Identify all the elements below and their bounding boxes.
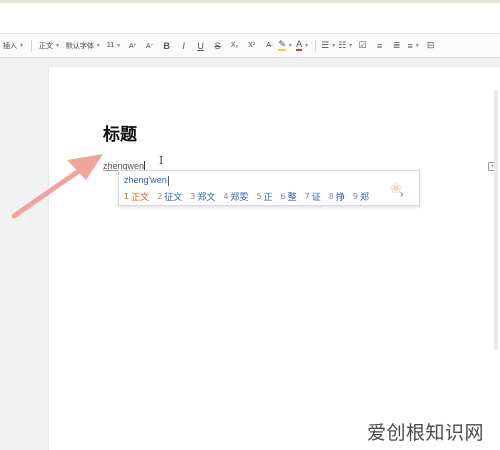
- ime-candidate[interactable]: 9郑: [353, 190, 369, 203]
- clear-format-icon[interactable]: A̶: [260, 37, 277, 55]
- ime-candidate-number: 3: [190, 192, 196, 201]
- ime-candidate-number: 4: [223, 192, 229, 201]
- highlight-color-button[interactable]: ✎ ▼: [277, 37, 294, 55]
- ime-pinyin-input: zheng'wen: [124, 175, 169, 186]
- font-size-select[interactable]: 11 ▼: [104, 37, 124, 55]
- formatting-toolbar: 插入 ▼ 正文 ▼ 默认字体 ▼ 11 ▼ Aᐩ Aᐨ B I U S X₂ X² A̶…: [0, 34, 500, 58]
- align-left-icon[interactable]: ≡: [371, 37, 388, 55]
- ime-candidate-number: 5: [256, 192, 262, 201]
- font-color-button[interactable]: A ▼: [294, 37, 311, 55]
- bold-icon[interactable]: B: [158, 37, 175, 55]
- increase-font-icon[interactable]: Aᐩ: [124, 37, 141, 55]
- checklist-icon[interactable]: ☑: [354, 37, 371, 55]
- strikethrough-icon[interactable]: S: [209, 37, 226, 55]
- ime-candidate[interactable]: 6整: [281, 190, 297, 203]
- ime-candidate-text: 正文: [131, 193, 150, 203]
- toolbar-divider: [30, 39, 32, 52]
- ime-candidate[interactable]: 4 郑雯: [223, 190, 248, 203]
- vertical-scrollbar[interactable]: [494, 90, 498, 350]
- highlighter-icon: ✎: [278, 39, 286, 51]
- ime-candidate[interactable]: 7证: [305, 190, 321, 203]
- ime-candidate-number: 8: [328, 192, 334, 201]
- ime-candidate-text: 郑雯: [230, 193, 249, 203]
- ime-next-page-icon[interactable]: ›: [400, 189, 403, 200]
- watermark-text: 爱创根知识网: [367, 422, 485, 444]
- numbered-list-icon[interactable]: ☷ ▼: [337, 37, 354, 55]
- ime-candidate[interactable]: 1 正文: [124, 190, 149, 203]
- paragraph-style-select[interactable]: 正文 ▼: [36, 37, 63, 55]
- ime-candidate[interactable]: 8挣: [329, 190, 345, 203]
- bulleted-list-icon[interactable]: ☰ ▼: [320, 37, 337, 55]
- ime-candidate-number: 6: [280, 192, 286, 201]
- align-center-icon[interactable]: ≣: [388, 37, 405, 55]
- ime-candidate[interactable]: 5正: [256, 190, 272, 203]
- ime-candidate-text: 整: [287, 193, 297, 203]
- font-color-icon: A: [296, 39, 303, 51]
- ibeam-cursor-icon: I: [159, 154, 164, 167]
- subscript-icon[interactable]: X₂: [226, 37, 243, 55]
- insert-menu[interactable]: 插入 ▼: [0, 37, 27, 55]
- ime-candidate-number: 9: [352, 192, 358, 201]
- ime-candidate-window: zheng'wen 1 正文 2 征文 3 郑文 4 郑雯 5 正 6 整 7 证 8 挣 9 郑 ❀ ›: [118, 170, 420, 206]
- ime-candidate-list: 1 正文 2 征文 3 郑文 4 郑雯 5 正 6 整 7 证 8 挣 9 郑: [124, 190, 377, 203]
- ime-candidate-text: 征文: [164, 193, 183, 203]
- ime-candidate[interactable]: 3 郑文: [190, 190, 215, 203]
- ime-candidate-text: 挣: [335, 193, 345, 203]
- ime-candidate-number: 2: [157, 192, 163, 201]
- superscript-icon[interactable]: X²: [243, 37, 260, 55]
- ime-candidate-text: 正: [263, 193, 273, 203]
- indent-icon[interactable]: ⊟: [422, 37, 439, 55]
- window-top-strip: [0, 0, 500, 34]
- toolbar-divider: [315, 39, 317, 52]
- ime-candidate[interactable]: 2 征文: [157, 190, 182, 203]
- italic-icon[interactable]: I: [175, 37, 192, 55]
- ime-candidate-text: 证: [311, 193, 321, 203]
- font-family-select[interactable]: 默认字体 ▼: [63, 37, 104, 55]
- underline-icon[interactable]: U: [192, 37, 209, 55]
- ime-candidate-number: 7: [304, 192, 310, 201]
- alignment-more-icon[interactable]: ≡ ▼: [405, 37, 422, 55]
- document-page[interactable]: 标题 zhengwen: [49, 67, 500, 450]
- ime-candidate-number: 1: [124, 192, 130, 201]
- document-heading[interactable]: 标题: [103, 120, 137, 145]
- ime-candidate-text: 郑: [359, 193, 369, 203]
- decrease-font-icon[interactable]: Aᐨ: [141, 37, 158, 55]
- ime-candidate-text: 郑文: [197, 193, 216, 203]
